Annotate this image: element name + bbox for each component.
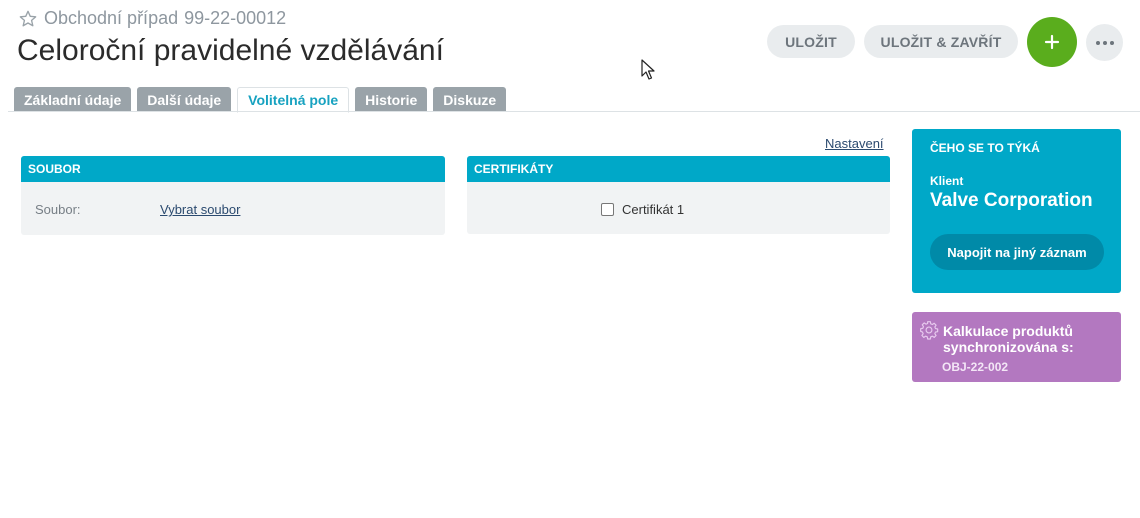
tab-dalsi-udaje[interactable]: Další údaje [137, 87, 232, 112]
more-options-button[interactable] [1086, 24, 1123, 61]
sync-text: Kalkulace produktů synchronizována s: [943, 323, 1074, 355]
file-panel-title: SOUBOR [21, 156, 445, 182]
sync-card: Kalkulace produktů synchronizována s: OB… [912, 312, 1121, 382]
breadcrumb: Obchodní případ 99-22-00012 [18, 8, 286, 29]
tab-diskuze[interactable]: Diskuze [433, 87, 507, 112]
client-name[interactable]: Valve Corporation [930, 190, 1093, 212]
record-type: Obchodní případ [44, 8, 179, 28]
star-icon[interactable] [18, 9, 38, 29]
certificates-panel-title: CERTIFIKÁTY [467, 156, 890, 182]
related-card-title: ČEHO SE TO TÝKÁ [930, 141, 1040, 155]
tab-divider [8, 111, 1140, 112]
record-id: 99-22-00012 [184, 8, 287, 28]
certificate-1-row[interactable]: Certifikát 1 [601, 202, 684, 217]
related-record-card: ČEHO SE TO TÝKÁ Klient Valve Corporation… [912, 129, 1121, 293]
tab-historie[interactable]: Historie [355, 87, 428, 112]
choose-file-link[interactable]: Vybrat soubor [160, 202, 240, 217]
relink-button[interactable]: Napojit na jiný záznam [930, 234, 1104, 270]
file-field-label: Soubor: [35, 202, 81, 217]
gear-icon [920, 321, 939, 340]
tab-bar: Základní údaje Další údaje Volitelná pol… [14, 87, 507, 113]
add-button[interactable] [1027, 17, 1077, 67]
file-panel: SOUBOR Soubor: Vybrat soubor [21, 156, 445, 235]
settings-link[interactable]: Nastavení [825, 136, 884, 151]
certificate-1-label: Certifikát 1 [622, 202, 685, 217]
sync-record-code[interactable]: OBJ-22-002 [942, 360, 1008, 374]
save-button[interactable]: ULOŽIT [767, 25, 855, 58]
save-and-close-button[interactable]: ULOŽIT & ZAVŘÍT [864, 25, 1018, 58]
mouse-cursor-icon [641, 59, 655, 80]
certificate-1-checkbox[interactable] [601, 203, 614, 216]
tab-zakladni-udaje[interactable]: Základní údaje [14, 87, 132, 112]
certificates-panel: CERTIFIKÁTY Certifikát 1 [467, 156, 890, 234]
more-dots-icon [1095, 40, 1100, 45]
client-label: Klient [930, 174, 964, 188]
plus-icon [1044, 34, 1060, 50]
tab-volitelna-pole[interactable]: Volitelná pole [237, 87, 350, 113]
page-title: Celoroční pravidelné vzdělávání [17, 34, 444, 67]
